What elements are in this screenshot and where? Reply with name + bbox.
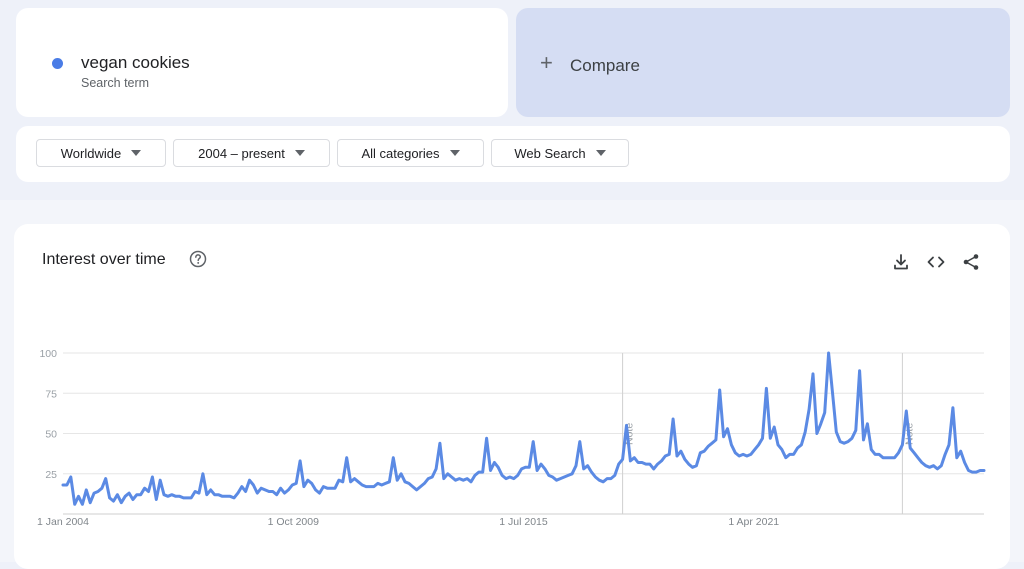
filter-bar: Worldwide 2004 – present All categories … [16, 126, 1010, 182]
y-tick-label: 100 [39, 348, 57, 360]
x-tick-label: 1 Oct 2009 [268, 516, 320, 528]
search-term-subtitle: Search term [81, 76, 150, 90]
x-tick-label: 1 Apr 2021 [728, 516, 779, 528]
chart-series [61, 351, 986, 506]
compare-label: Compare [570, 56, 640, 75]
series-line[interactable] [61, 351, 986, 506]
interest-over-time-card: Interest over time Note Note 25 50 75 100 1 J… [14, 224, 1010, 569]
compare-button[interactable]: + Compare [516, 8, 1010, 117]
caret-down-icon [131, 150, 142, 156]
region-filter-label: Worldwide [60, 145, 122, 161]
caret-down-icon [294, 150, 305, 156]
category-filter[interactable]: All categories [337, 139, 484, 167]
time-filter[interactable]: 2004 – present [173, 139, 330, 167]
caret-down-icon [595, 150, 606, 156]
search-term-card[interactable]: vegan cookies Search term [16, 8, 508, 117]
y-tick-label: 50 [45, 429, 57, 441]
x-tick-label: 1 Jan 2004 [37, 516, 89, 528]
property-filter-label: Web Search [514, 145, 586, 161]
caret-down-icon [449, 150, 460, 156]
category-filter-label: All categories [361, 145, 440, 161]
y-tick-label: 75 [45, 388, 57, 400]
plus-icon: + [540, 50, 553, 75]
time-filter-label: 2004 – present [198, 145, 285, 161]
x-tick-label: 1 Jul 2015 [499, 516, 548, 528]
series-color-dot [52, 58, 63, 69]
search-term-name: vegan cookies [81, 53, 190, 72]
region-filter[interactable]: Worldwide [36, 139, 166, 167]
chart-axes: 25 50 75 100 1 Jan 2004 1 Oct 2009 1 Jul 2015 1… [37, 348, 779, 528]
y-tick-label: 25 [45, 469, 57, 481]
interest-chart: Note Note 2550751001 Jan 2004 1 Oct 2009 1 … [37, 348, 986, 528]
property-filter[interactable]: Web Search [491, 139, 629, 167]
